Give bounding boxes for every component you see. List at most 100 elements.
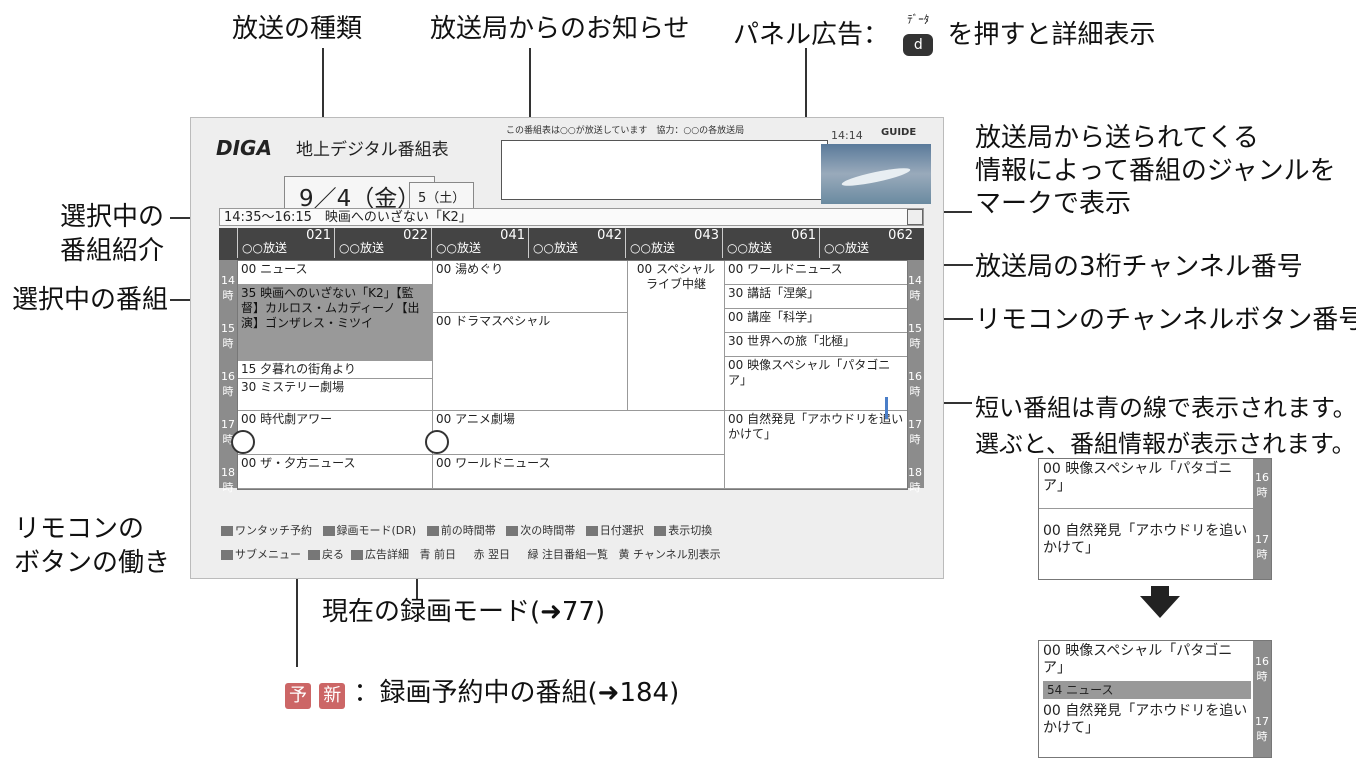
- callout-short-program: 短い番組は青の線で表示されます。 選ぶと、番組情報が表示されます。: [975, 390, 1356, 462]
- callout-broadcast-type: 放送の種類: [232, 14, 363, 44]
- notice-header: この番組表は○○が放送しています 協力：○○の各放送局: [506, 126, 745, 136]
- program-cell[interactable]: 00 映像スペシャル「パタゴニア」: [724, 357, 907, 411]
- rec-mode-icon: [322, 526, 335, 536]
- hour-label: 16時: [1255, 471, 1269, 499]
- channel-061[interactable]: 061 ○○放送: [722, 228, 820, 258]
- clock: 14:14: [831, 129, 863, 142]
- program-cell[interactable]: 00 自然発見「アホウドリを追いかけて」: [724, 411, 907, 489]
- program-cell[interactable]: 00 ワールドニュース: [432, 455, 724, 489]
- channel-number: 041: [500, 228, 525, 243]
- legend-item: 前の時間帯: [440, 524, 496, 537]
- selected-intro-line1: 選択中の: [60, 202, 165, 232]
- hour-label: 16時: [908, 370, 922, 398]
- genre-mark-line1: 放送局から送られてくる: [975, 123, 1259, 153]
- reserved-marker-icon: [425, 430, 449, 454]
- program-cell[interactable]: 30 世界への旅「北極」: [724, 333, 907, 357]
- diga-logo: DIGA: [216, 136, 272, 160]
- short-program-cell: 54 ニュース: [1043, 681, 1251, 699]
- channel-062[interactable]: 062 ○○放送: [819, 228, 917, 258]
- program-cell[interactable]: 30 講話「涅槃」: [724, 285, 907, 309]
- channel-number: 021: [306, 228, 331, 243]
- one-touch-icon: [221, 526, 233, 536]
- channel-name: ○○放送: [824, 241, 869, 255]
- channel-name: ○○放送: [436, 241, 481, 255]
- program-cell[interactable]: 00 ニュース: [238, 261, 432, 285]
- hour-label: 15時: [908, 322, 922, 350]
- date-select-icon: [585, 526, 598, 536]
- genre-mark-line3: マークで表示: [975, 189, 1132, 219]
- program-cell[interactable]: 00 ドラマスペシャル: [432, 313, 627, 411]
- callout-station-notice: 放送局からのお知らせ: [430, 14, 690, 44]
- side-program-cell: 00 映像スペシャル「パタゴニア」: [1043, 643, 1233, 676]
- channel-name: ○○放送: [727, 241, 772, 255]
- hour-label: 14時: [908, 274, 922, 302]
- legend-item: 録画モード(DR): [336, 524, 417, 537]
- channel-041[interactable]: 041 ○○放送: [431, 228, 529, 258]
- hour-label: 16時: [221, 370, 235, 398]
- channel-name: ○○放送: [630, 241, 675, 255]
- program-cell[interactable]: 00 湯めぐり: [432, 261, 627, 313]
- channel-name: ○○放送: [242, 241, 287, 255]
- channel-043[interactable]: 043 ○○放送: [625, 228, 723, 258]
- notice-box: [501, 140, 828, 200]
- program-cell[interactable]: 00 ザ・夕方ニュース: [238, 455, 432, 489]
- channel-022[interactable]: 022 ○○放送: [334, 228, 432, 258]
- legend-item: 赤 翌日: [473, 548, 510, 561]
- display-toggle-icon: [654, 526, 667, 536]
- remote-buttons-line2: ボタンの働き: [14, 548, 171, 578]
- channel-042[interactable]: 042 ○○放送: [528, 228, 626, 258]
- remote-legend-row1: ワンタッチ予約 録画モード(DR) 前の時間帯 次の時間帯 日付選択 表示切換: [221, 522, 712, 538]
- selected-program-info: 14:35～16:15 映画へのいざない「K2」: [224, 210, 472, 225]
- callout-remote-channel: リモコンのチャンネルボタン番号: [975, 305, 1356, 335]
- time-column-left: 14時 15時 16時 17時 18時: [219, 260, 237, 494]
- program-grid: 00 ニュース 35 映画へのいざない「K2」【監督】カルロス・ムカディーノ【出…: [237, 260, 908, 490]
- program-cell[interactable]: 00 スペシャルライブ中継: [627, 261, 724, 411]
- short-program-before: 00 映像スペシャル「パタゴニア」 00 自然発見「アホウドリを追いかけて」 1…: [1038, 458, 1272, 580]
- callout-reserved: 予 新 ：録画予約中の番組(➜184): [285, 678, 679, 709]
- callout-rec-mode: 現在の録画モード(➜77): [322, 597, 606, 627]
- arrow-down-icon: [1140, 596, 1180, 618]
- back-icon: [308, 550, 320, 560]
- selected-program-cell[interactable]: 35 映画へのいざない「K2」【監督】カルロス・ムカディーノ【出演】ゴンザレス・…: [238, 285, 432, 361]
- program-cell[interactable]: 00 アニメ劇場: [432, 411, 724, 455]
- legend-item: 青 前日: [419, 548, 457, 561]
- genre-mark-line2: 情報によって番組のジャンルを: [975, 156, 1336, 186]
- legend-item: 黄 チャンネル別表示: [618, 548, 721, 561]
- program-cell[interactable]: 00 ワールドニュース: [724, 261, 907, 285]
- panel-ad-image[interactable]: [821, 144, 931, 204]
- callout-remote-buttons: リモコンの ボタンの働き: [14, 512, 170, 580]
- short-program-line1: 短い番組は青の線で表示されます。: [975, 394, 1356, 422]
- selected-intro-line2: 番組紹介: [60, 236, 165, 266]
- callout-panel-ad: パネル広告： ﾃﾞｰﾀ d を押すと詳細表示: [733, 14, 1156, 57]
- side-program-cell: 00 自然発見「アホウドリを追いかけて」: [1043, 523, 1248, 556]
- selected-program-bar: 14:35～16:15 映画へのいざない「K2」: [219, 208, 924, 226]
- short-program-blue-line: [885, 397, 902, 419]
- channel-number: 043: [694, 228, 719, 243]
- hour-label: 17時: [1255, 533, 1269, 561]
- data-key-label: ﾃﾞｰﾀ: [907, 13, 930, 26]
- short-program-line2: 選ぶと、番組情報が表示されます。: [975, 430, 1356, 458]
- ad-detail-icon: [351, 550, 363, 560]
- channel-number: 062: [888, 228, 913, 243]
- date-tab-next[interactable]: 5（土）: [409, 182, 475, 211]
- reserved-text: ：録画予約中の番組(➜184): [353, 678, 680, 708]
- program-cell[interactable]: 30 ミステリー劇場: [238, 379, 432, 411]
- channel-header: 021 ○○放送 022 ○○放送 041 ○○放送 042 ○○放送 043 ○○放送 …: [219, 228, 924, 260]
- side-time-column: 16時 17時: [1253, 641, 1271, 757]
- hour-label: 17時: [1255, 715, 1269, 743]
- legend-item: 日付選択: [599, 524, 644, 537]
- channel-021[interactable]: 021 ○○放送: [237, 228, 335, 258]
- legend-item: 表示切換: [668, 524, 713, 537]
- hour-label: 15時: [221, 322, 235, 350]
- next-icon: [506, 526, 519, 536]
- program-cell[interactable]: 00 時代劇アワー: [238, 411, 432, 455]
- panel-ad-prefix: パネル広告：: [733, 20, 890, 51]
- side-program-cell: 00 自然発見「アホウドリを追いかけて」: [1043, 703, 1248, 736]
- program-cell[interactable]: 00 講座「科学」: [724, 309, 907, 333]
- callout-channel-3digit: 放送局の3桁チャンネル番号: [975, 252, 1303, 282]
- side-time-column: 16時 17時: [1253, 459, 1271, 579]
- program-cell[interactable]: 15 夕暮れの街角より: [238, 361, 432, 379]
- guide-logo: GUIDE: [881, 127, 917, 138]
- legend-item: サブメニュー: [235, 548, 301, 561]
- callout-selected-program: 選択中の番組: [12, 285, 169, 315]
